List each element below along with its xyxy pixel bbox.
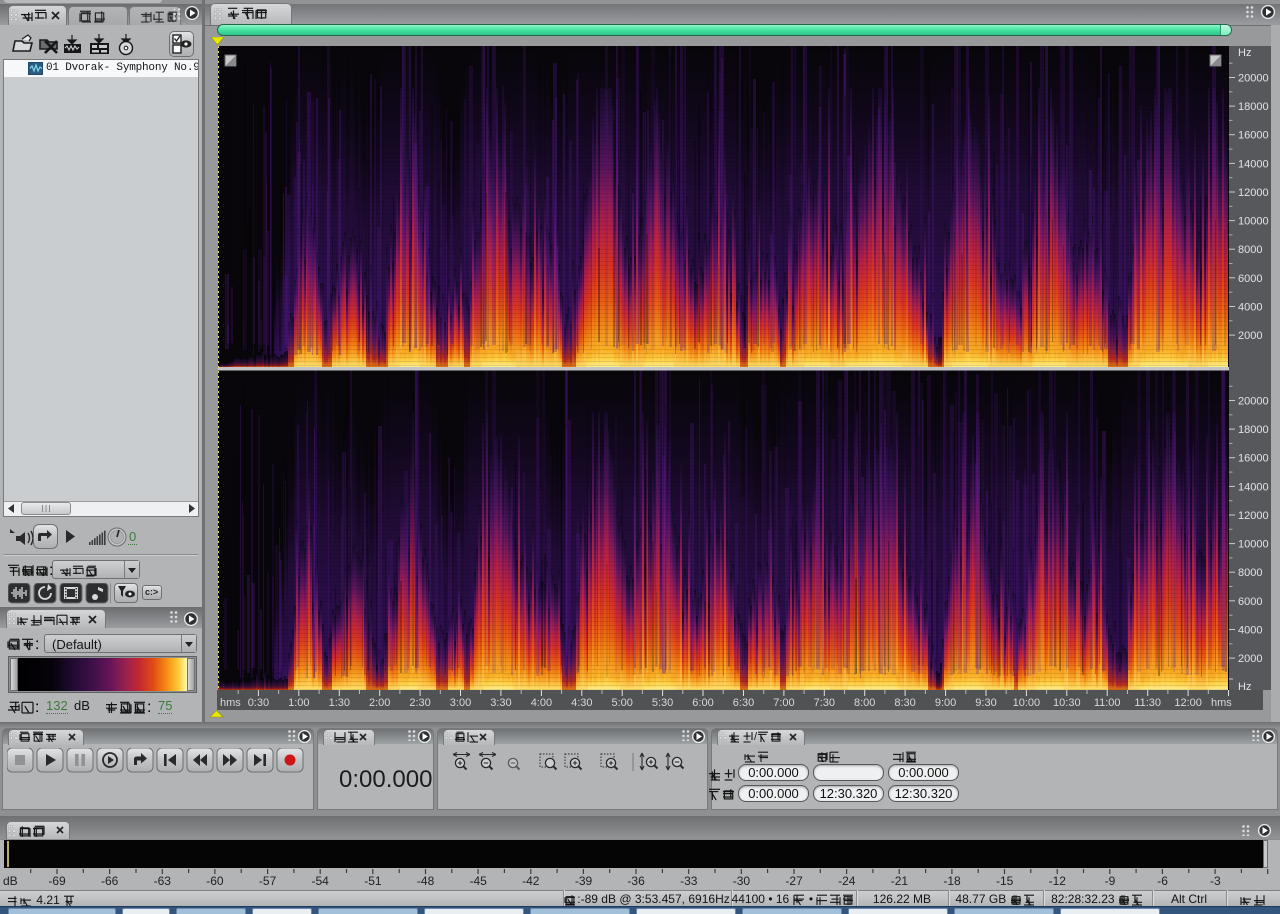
- svg-text:11:30: 11:30: [1134, 697, 1161, 709]
- svg-text:-51: -51: [364, 874, 382, 888]
- svg-text:20000: 20000: [1238, 73, 1269, 85]
- svg-text:-36: -36: [627, 874, 645, 888]
- svg-text:8:30: 8:30: [894, 697, 915, 709]
- svg-text:6:00: 6:00: [692, 697, 713, 709]
- svg-text:16000: 16000: [1238, 453, 1269, 465]
- svg-text:16000: 16000: [1238, 130, 1269, 142]
- svg-text:Hz: Hz: [1238, 47, 1251, 59]
- svg-text:6000: 6000: [1238, 273, 1262, 285]
- svg-text:-45: -45: [470, 874, 488, 888]
- svg-text:12000: 12000: [1238, 510, 1269, 522]
- svg-text:Hz: Hz: [1238, 681, 1251, 690]
- svg-text:-18: -18: [943, 874, 961, 888]
- svg-text:5:00: 5:00: [611, 697, 632, 709]
- svg-text:4:00: 4:00: [531, 697, 552, 709]
- svg-text:9:30: 9:30: [975, 697, 996, 709]
- svg-text:dB: dB: [3, 874, 18, 888]
- svg-text:-15: -15: [996, 874, 1014, 888]
- svg-text:-12: -12: [1049, 874, 1067, 888]
- svg-text:4000: 4000: [1238, 625, 1262, 637]
- svg-text:2000: 2000: [1238, 653, 1262, 665]
- svg-text:2:30: 2:30: [409, 697, 430, 709]
- svg-text:1:00: 1:00: [288, 697, 309, 709]
- svg-text:-63: -63: [154, 874, 172, 888]
- svg-text:-24: -24: [838, 874, 856, 888]
- svg-text:-6: -6: [1157, 874, 1168, 888]
- svg-text:-60: -60: [206, 874, 224, 888]
- svg-text:8000: 8000: [1238, 244, 1262, 256]
- svg-text:10:30: 10:30: [1053, 697, 1081, 709]
- svg-text:4:30: 4:30: [571, 697, 592, 709]
- svg-text:14000: 14000: [1238, 158, 1269, 170]
- svg-text:7:30: 7:30: [814, 697, 835, 709]
- svg-text:20000: 20000: [1238, 396, 1269, 408]
- svg-text:10000: 10000: [1238, 539, 1269, 551]
- svg-text:18000: 18000: [1238, 424, 1269, 436]
- svg-text:6000: 6000: [1238, 596, 1262, 608]
- svg-text:14000: 14000: [1238, 481, 1269, 493]
- svg-text:7:00: 7:00: [773, 697, 794, 709]
- svg-text:0:30: 0:30: [248, 697, 269, 709]
- svg-text:4000: 4000: [1238, 302, 1262, 314]
- svg-text:5:30: 5:30: [652, 697, 673, 709]
- svg-text:-30: -30: [733, 874, 751, 888]
- svg-text:-57: -57: [259, 874, 277, 888]
- svg-text:6:30: 6:30: [733, 697, 754, 709]
- svg-text:-33: -33: [680, 874, 698, 888]
- svg-text:18000: 18000: [1238, 101, 1269, 113]
- svg-text:2:00: 2:00: [369, 697, 390, 709]
- svg-text:12:00: 12:00: [1174, 697, 1202, 709]
- svg-text:2000: 2000: [1238, 330, 1262, 342]
- svg-text:-27: -27: [785, 874, 803, 888]
- svg-text:-3: -3: [1210, 874, 1221, 888]
- svg-text:-69: -69: [48, 874, 66, 888]
- svg-text:9:00: 9:00: [935, 697, 956, 709]
- svg-text:-39: -39: [575, 874, 593, 888]
- svg-text:-54: -54: [312, 874, 330, 888]
- svg-text:8:00: 8:00: [854, 697, 875, 709]
- svg-text:-9: -9: [1105, 874, 1116, 888]
- svg-text:-42: -42: [522, 874, 540, 888]
- svg-text:11:00: 11:00: [1094, 697, 1121, 709]
- svg-text:-48: -48: [417, 874, 435, 888]
- svg-text:3:00: 3:00: [450, 697, 471, 709]
- svg-text:-66: -66: [101, 874, 119, 888]
- svg-text:hms: hms: [220, 697, 241, 709]
- svg-text:-21: -21: [891, 874, 909, 888]
- svg-text:10000: 10000: [1238, 216, 1269, 228]
- svg-text:10:00: 10:00: [1013, 697, 1041, 709]
- svg-text:1:30: 1:30: [329, 697, 350, 709]
- svg-text:3:30: 3:30: [490, 697, 511, 709]
- svg-text:hms: hms: [1211, 697, 1232, 709]
- svg-text:12000: 12000: [1238, 187, 1269, 199]
- svg-text:8000: 8000: [1238, 567, 1262, 579]
